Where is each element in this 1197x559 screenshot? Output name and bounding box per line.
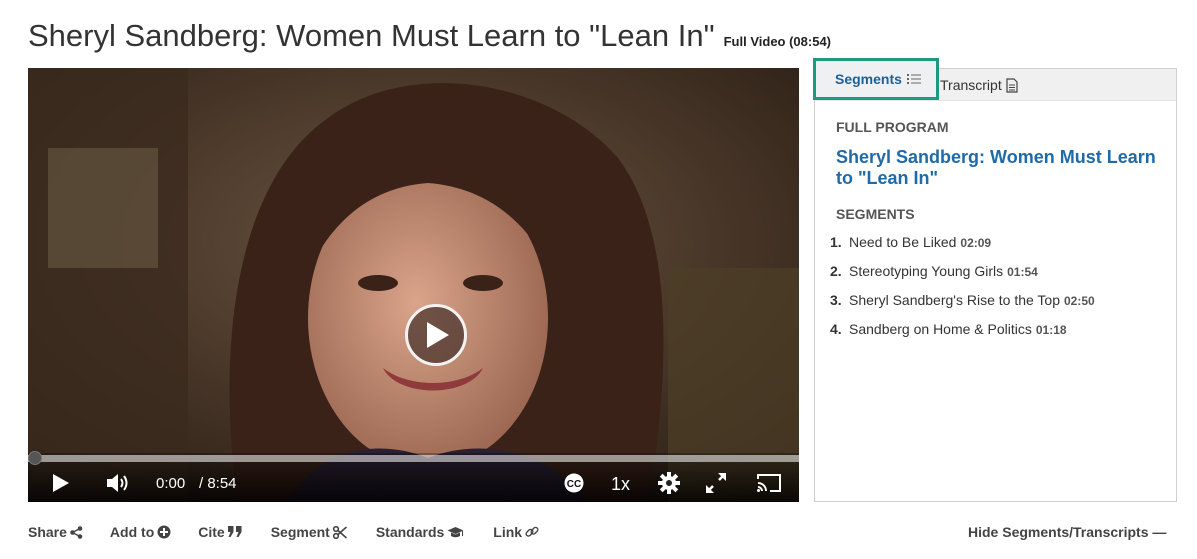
graduation-cap-icon <box>447 526 464 537</box>
tab-transcript[interactable]: Transcript <box>940 77 1018 93</box>
full-program-link[interactable]: Sheryl Sandberg: Women Must Learn to "Le… <box>836 147 1166 189</box>
segment-number: 2. <box>830 263 842 279</box>
add-to-button[interactable]: Add to <box>110 524 171 540</box>
document-icon <box>1006 77 1018 93</box>
segment-button[interactable]: Segment <box>271 524 347 540</box>
fullscreen-button[interactable] <box>705 472 727 494</box>
captions-button[interactable]: CC <box>563 473 585 493</box>
segment-list: 1. Need to Be Liked 02:09 2. Stereotypin… <box>830 234 1095 350</box>
full-program-heading: FULL PROGRAM <box>836 119 949 135</box>
control-bar: 0:00 / 8:54 CC 1x <box>28 451 799 502</box>
total-time: / 8:54 <box>199 475 237 492</box>
video-frame <box>28 68 799 502</box>
plus-circle-icon <box>157 525 171 539</box>
video-player[interactable]: 0:00 / 8:54 CC 1x <box>28 68 799 502</box>
play-icon <box>53 474 69 492</box>
panel-tabs: Segments Transcript <box>813 58 1176 101</box>
cast-button[interactable] <box>756 473 782 493</box>
segment-item[interactable]: 4. Sandberg on Home & Politics 01:18 <box>830 321 1095 350</box>
link-button[interactable]: Link <box>493 524 539 540</box>
share-label: Share <box>28 524 67 540</box>
segment-duration: 01:18 <box>1035 323 1067 337</box>
list-icon <box>906 74 921 84</box>
segment-title: Need to Be Liked <box>849 234 957 250</box>
segments-panel: Segments Transcript FULL PROGRAM Sheryl … <box>813 58 1177 502</box>
cite-button[interactable]: Cite <box>198 524 242 540</box>
share-button[interactable]: Share <box>28 524 83 540</box>
scissors-icon <box>332 525 347 539</box>
volume-icon <box>107 474 128 492</box>
svg-text:CC: CC <box>567 479 581 490</box>
cite-label: Cite <box>198 524 225 540</box>
segment-item[interactable]: 1. Need to Be Liked 02:09 <box>830 234 1095 263</box>
hide-segments-transcripts-toggle[interactable]: Hide Segments/Transcripts — <box>968 524 1166 540</box>
standards-label: Standards <box>375 524 445 540</box>
segment-title: Stereotyping Young Girls <box>849 263 1004 279</box>
progress-handle[interactable] <box>28 451 42 465</box>
link-icon <box>525 526 539 537</box>
playback-speed-button[interactable]: 1x <box>611 474 630 495</box>
quote-icon <box>227 526 242 537</box>
progress-bar[interactable] <box>28 451 799 465</box>
segments-heading: SEGMENTS <box>836 206 915 222</box>
settings-button[interactable] <box>658 472 680 494</box>
play-button[interactable] <box>52 473 70 493</box>
settings-gear-icon <box>658 472 680 494</box>
segment-number: 3. <box>830 292 842 308</box>
play-icon <box>427 322 449 348</box>
add-to-label: Add to <box>109 524 155 540</box>
segment-duration: 02:50 <box>1063 294 1095 308</box>
page-header: Sheryl Sandberg: Women Must Learn to "Le… <box>28 18 831 58</box>
volume-button[interactable] <box>106 472 130 494</box>
fullscreen-icon <box>706 473 726 493</box>
cast-icon <box>757 474 781 492</box>
share-icon <box>70 525 83 539</box>
big-play-button[interactable] <box>405 304 467 366</box>
tab-transcript-label: Transcript <box>940 77 1002 93</box>
tab-segments-label: Segments <box>835 71 902 87</box>
segment-number: 4. <box>830 321 842 337</box>
standards-button[interactable]: Standards <box>376 524 464 540</box>
page-title: Sheryl Sandberg: Women Must Learn to "Le… <box>28 18 715 53</box>
link-label: Link <box>493 524 523 540</box>
closed-captions-icon: CC <box>564 473 584 493</box>
segment-duration: 02:09 <box>960 236 992 250</box>
segment-title: Sheryl Sandberg's Rise to the Top <box>849 292 1060 308</box>
tab-segments[interactable]: Segments <box>813 58 939 100</box>
segment-number: 1. <box>830 234 842 250</box>
segment-item[interactable]: 2. Stereotyping Young Girls 01:54 <box>830 263 1095 292</box>
segment-duration: 01:54 <box>1007 265 1038 279</box>
segment-label: Segment <box>270 524 330 540</box>
action-toolbar: Share Add to Cite Segment Standards Link <box>28 524 539 540</box>
segment-item[interactable]: 3. Sheryl Sandberg's Rise to the Top 02:… <box>830 292 1095 321</box>
current-time: 0:00 <box>156 475 186 492</box>
segment-title: Sandberg on Home & Politics <box>849 321 1032 337</box>
video-duration-label: Full Video (08:54) <box>723 34 832 49</box>
